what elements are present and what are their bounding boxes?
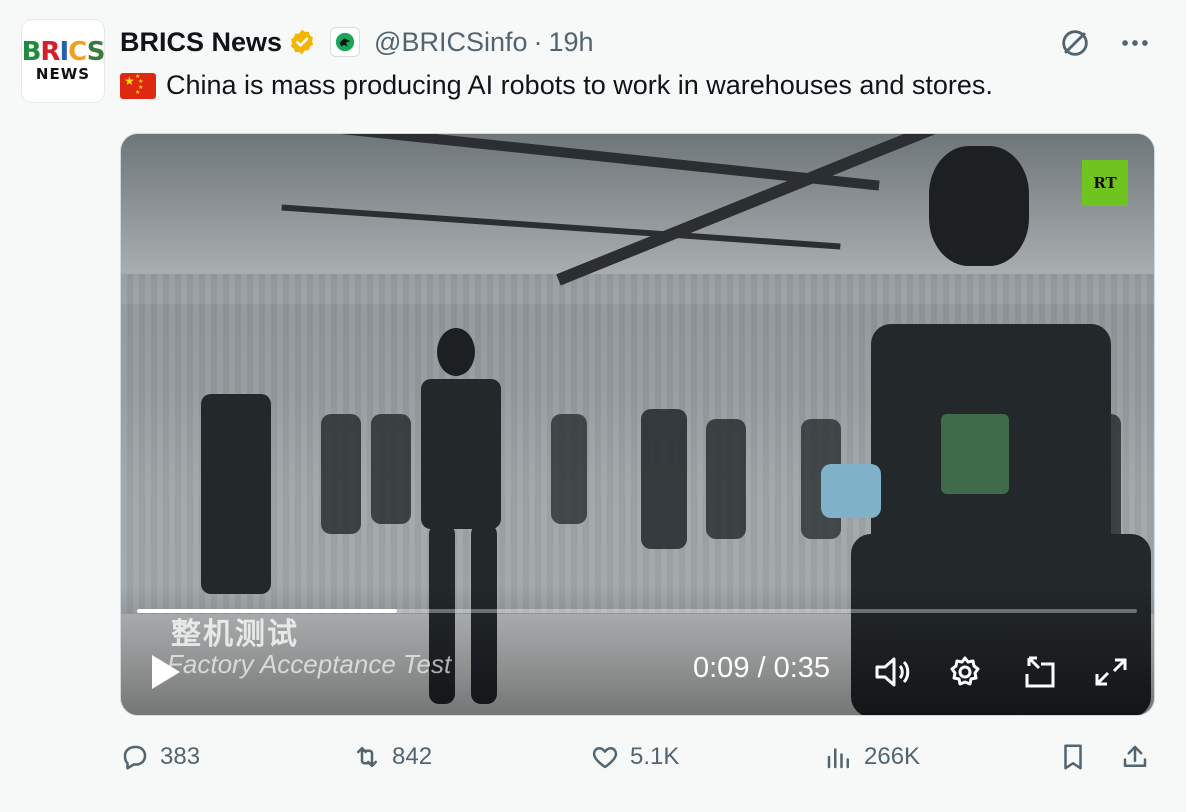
rt-watermark: RT — [1082, 160, 1128, 206]
play-button[interactable] — [149, 652, 183, 692]
reply-button[interactable]: 383 — [120, 742, 200, 772]
views-chart-icon — [827, 748, 849, 769]
robot-hand — [821, 464, 881, 518]
video-time: 0:09 / 0:35 — [693, 652, 831, 684]
header-actions — [1058, 26, 1152, 60]
robot-circuit-board — [941, 414, 1009, 494]
reply-count: 383 — [160, 743, 201, 770]
tweet-body: ★ ★ ★ ★ ★ China is mass producing AI rob… — [120, 70, 993, 101]
heart-icon — [592, 747, 618, 769]
views-button[interactable]: 266K — [824, 742, 920, 772]
more-options-icon[interactable] — [1118, 26, 1152, 60]
repost-icon — [357, 747, 377, 767]
video-progress-fill — [137, 609, 397, 613]
bookmark-button[interactable] — [1058, 742, 1088, 772]
avatar-logo-text: BRICS — [21, 37, 106, 67]
grok-icon[interactable] — [1058, 26, 1092, 60]
china-flag-icon: ★ ★ ★ ★ ★ — [120, 72, 156, 99]
fullscreen-icon[interactable] — [1091, 654, 1131, 690]
settings-gear-icon[interactable] — [945, 654, 985, 690]
bookmark-icon — [1064, 744, 1082, 770]
timestamp[interactable]: 19h — [549, 27, 594, 58]
share-button[interactable] — [1120, 742, 1150, 772]
views-count: 266K — [864, 743, 921, 770]
tweet-header: BRICS News @BRICSinfo · 19h — [120, 24, 594, 60]
verified-badge-icon[interactable] — [288, 28, 316, 56]
video-caption-english: Factory Acceptance Test — [167, 649, 452, 679]
tweet-actions: 383 842 5.1K 266K — [120, 742, 1160, 782]
affiliate-badge-icon[interactable] — [330, 27, 361, 57]
video-caption-chinese: 整机测试 — [171, 618, 299, 651]
like-button[interactable]: 5.1K — [590, 742, 679, 772]
like-count: 5.1K — [630, 743, 680, 770]
handle[interactable]: @BRICSinfo — [374, 27, 527, 58]
avatar-logo-subtext: NEWS — [35, 65, 91, 83]
volume-icon[interactable] — [873, 654, 913, 690]
repost-count: 842 — [392, 743, 433, 770]
tweet-text: China is mass producing AI robots to wor… — [166, 70, 993, 100]
affiliate-logo-icon — [335, 32, 355, 52]
tweet-card[interactable]: BRICS NEWS BRICS News @BRICSinfo · 19h ★… — [0, 0, 1186, 812]
video-player[interactable]: RT 整机测试 Factory Acceptance Test 0:09 / 0… — [120, 133, 1155, 716]
avatar[interactable]: BRICS NEWS — [21, 20, 106, 102]
reply-icon — [123, 745, 147, 770]
share-icon — [1123, 745, 1147, 767]
video-progress-bar[interactable] — [137, 609, 1137, 613]
picture-in-picture-icon[interactable] — [1019, 654, 1059, 690]
separator-dot: · — [533, 26, 543, 57]
repost-button[interactable]: 842 — [352, 742, 432, 772]
display-name[interactable]: BRICS News — [120, 27, 282, 58]
